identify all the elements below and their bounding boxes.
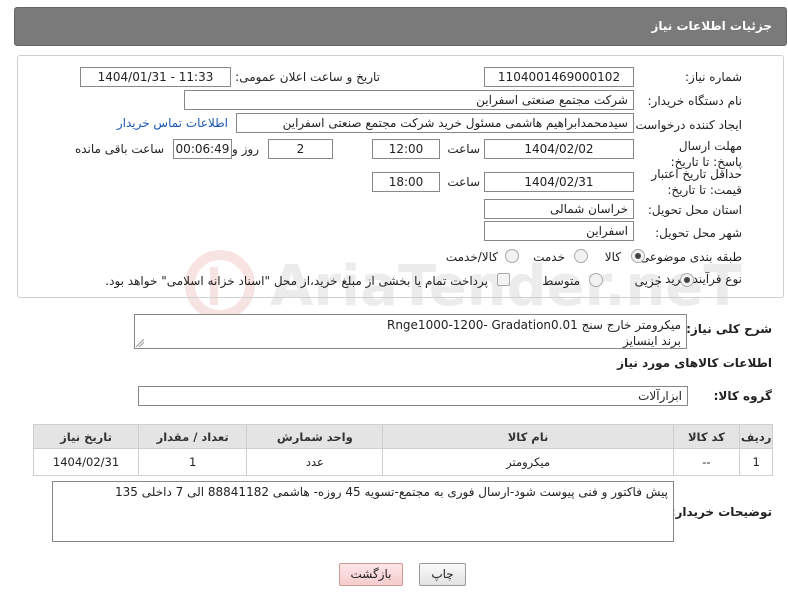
need-number-field: 1104001469000102: [484, 67, 634, 87]
cell-row: 1: [739, 448, 773, 476]
price-validity-time-field: 18:00: [372, 172, 440, 192]
days-label: روز و: [232, 142, 259, 156]
goods-group-label: گروه کالا:: [713, 389, 772, 403]
price-validity-label: حداقل تاریخ اعتبار قیمت: تا تاریخ:: [651, 167, 742, 197]
process-option-medium: متوسط: [542, 274, 580, 288]
announce-date-field: 1404/01/31 - 11:33: [80, 67, 231, 87]
remaining-time-label: ساعت باقی مانده: [74, 142, 164, 156]
cell-date: 1404/02/31: [32, 448, 140, 476]
print-button[interactable]: چاپ: [419, 563, 466, 586]
province-label: استان محل تحویل:: [647, 203, 742, 217]
remaining-time-field: 00:06:49: [173, 139, 232, 159]
resize-grip-icon[interactable]: [136, 339, 144, 347]
deadline-date-field: 1404/02/02: [484, 139, 634, 159]
col-qty: تعداد / مقدار: [138, 424, 248, 449]
cell-code: --: [672, 448, 741, 476]
process-label: نوع فرآیند خرید :: [657, 272, 742, 286]
days-field: 2: [268, 139, 333, 159]
col-date: تاریخ نیاز: [32, 424, 140, 449]
table-row: 1 -- میکرومتر عدد 1 1404/02/31: [32, 448, 773, 476]
category-option-goods: کالا: [604, 250, 621, 264]
process-radio-medium[interactable]: [589, 273, 603, 287]
col-name: نام کالا: [382, 424, 674, 449]
description-textarea: میکرومتر خارج سنج Rnge1000-1200- Gradati…: [134, 314, 687, 349]
buyer-notes-text: پیش فاکتور و فنی پیوست شود-ارسال فوری به…: [115, 485, 668, 499]
buyer-org-label: نام دستگاه خریدار:: [647, 94, 743, 108]
category-radio-goods-service[interactable]: [505, 249, 519, 263]
col-unit: واحد شمارش: [246, 424, 384, 449]
goods-group-field: ابزارآلات: [138, 386, 688, 406]
buyer-contact-link[interactable]: اطلاعات تماس خریدار: [117, 116, 228, 130]
treasury-payment-note: پرداخت تمام یا بخشی از مبلغ خرید،از محل …: [105, 274, 488, 288]
requester-field: سیدمحمدابراهیم هاشمی مسئول خرید شرکت مجت…: [236, 113, 634, 133]
process-option-minor: جزیی: [634, 274, 662, 288]
cell-qty: 1: [138, 448, 248, 476]
category-option-service: خدمت: [533, 250, 565, 264]
category-radio-goods[interactable]: [631, 249, 645, 263]
cell-name: میکرومتر: [382, 448, 674, 476]
need-number-label: شماره نیاز:: [685, 70, 742, 84]
description-line-1: میکرومتر خارج سنج Rnge1000-1200- Gradati…: [386, 318, 681, 332]
goods-section-title: اطلاعات کالاهای مورد نیاز: [617, 356, 772, 370]
price-validity-date-field: 1404/02/31: [484, 172, 634, 192]
back-button[interactable]: بازگشت: [339, 563, 403, 586]
description-line-2: برند اینسایز: [622, 334, 681, 348]
goods-table: ردیف کد کالا نام کالا واحد شمارش تعداد /…: [32, 424, 773, 476]
announce-date-label: تاریخ و ساعت اعلان عمومی:: [235, 70, 380, 84]
requester-label: ایجاد کننده درخواست:: [631, 118, 742, 132]
treasury-payment-checkbox[interactable]: [497, 273, 510, 286]
buyer-org-field: شرکت مجتمع صنعتی اسفراین: [184, 90, 634, 110]
deadline-time-label: ساعت: [447, 142, 480, 156]
buyer-notes-label: توضیحات خریدار:: [670, 505, 772, 519]
process-radio-minor[interactable]: [680, 273, 694, 287]
province-field: خراسان شمالی: [484, 199, 634, 219]
category-radio-service[interactable]: [574, 249, 588, 263]
buyer-notes-textarea: پیش فاکتور و فنی پیوست شود-ارسال فوری به…: [52, 481, 674, 542]
col-row: ردیف: [739, 424, 773, 449]
city-label: شهر محل تحویل:: [655, 226, 742, 240]
deadline-time-field: 12:00: [372, 139, 440, 159]
price-validity-time-label: ساعت: [447, 175, 480, 189]
page-header: جزئیات اطلاعات نیاز: [14, 7, 787, 46]
category-label: طبقه بندی موضوعی:: [635, 250, 742, 264]
category-option-goods-service: کالا/خدمت: [445, 250, 498, 264]
cell-unit: عدد: [246, 448, 384, 476]
col-code: کد کالا: [672, 424, 741, 449]
city-field: اسفراین: [484, 221, 634, 241]
page-title: جزئیات اطلاعات نیاز: [651, 19, 772, 33]
description-label: شرح کلی نیاز:: [686, 322, 772, 336]
goods-table-header: ردیف کد کالا نام کالا واحد شمارش تعداد /…: [32, 424, 773, 449]
